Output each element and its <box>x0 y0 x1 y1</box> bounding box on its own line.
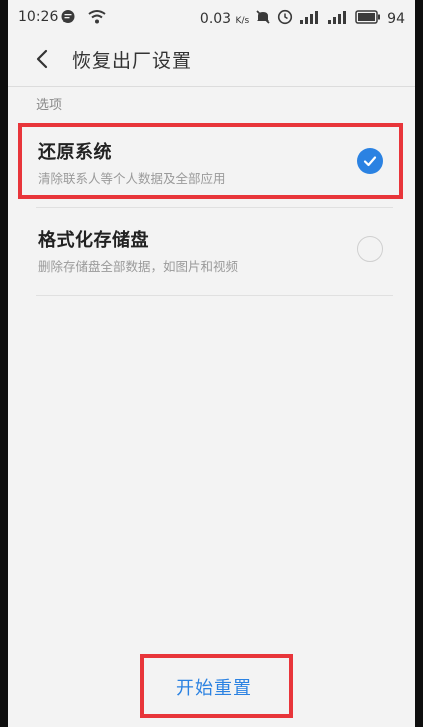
option-title: 还原系统 <box>38 142 112 163</box>
divider <box>8 86 415 87</box>
row-divider <box>36 295 393 296</box>
wifi-icon <box>88 9 106 29</box>
status-time: 10:26 <box>18 9 59 25</box>
status-bar: 10:26 0.03 K/s 94 <box>8 0 415 34</box>
option-subtitle: 删除存储盘全部数据，如图片和视频 <box>38 259 239 274</box>
option-format-storage[interactable]: 格式化存储盘 删除存储盘全部数据，如图片和视频 <box>8 206 415 292</box>
option-subtitle: 清除联系人等个人数据及全部应用 <box>38 171 226 186</box>
network-speed: 0.03 K/s <box>199 11 250 27</box>
message-icon <box>60 9 76 29</box>
status-right: 0.03 K/s 94 <box>200 9 405 29</box>
option-title: 格式化存储盘 <box>38 230 149 251</box>
radio-selected[interactable] <box>357 148 383 174</box>
battery-level: 94 <box>387 11 405 27</box>
screen: 10:26 0.03 K/s 94 恢复出厂设置 选项 还原系统 清除联系人等个… <box>8 0 415 727</box>
alarm-icon <box>277 9 293 29</box>
section-label: 选项 <box>36 98 63 113</box>
radio-unselected[interactable] <box>357 236 383 262</box>
signal-icon <box>299 10 321 28</box>
check-icon <box>363 156 377 167</box>
option-restore-system[interactable]: 还原系统 清除联系人等个人数据及全部应用 <box>8 118 415 204</box>
header: 恢复出厂设置 <box>8 34 415 86</box>
signal-icon-2 <box>327 10 349 28</box>
mute-icon <box>255 9 271 29</box>
page-title: 恢复出厂设置 <box>72 50 193 72</box>
back-arrow-icon <box>36 49 48 69</box>
back-button[interactable] <box>30 46 56 72</box>
start-reset-button[interactable]: 开始重置 <box>140 662 288 712</box>
battery-icon <box>355 10 381 28</box>
